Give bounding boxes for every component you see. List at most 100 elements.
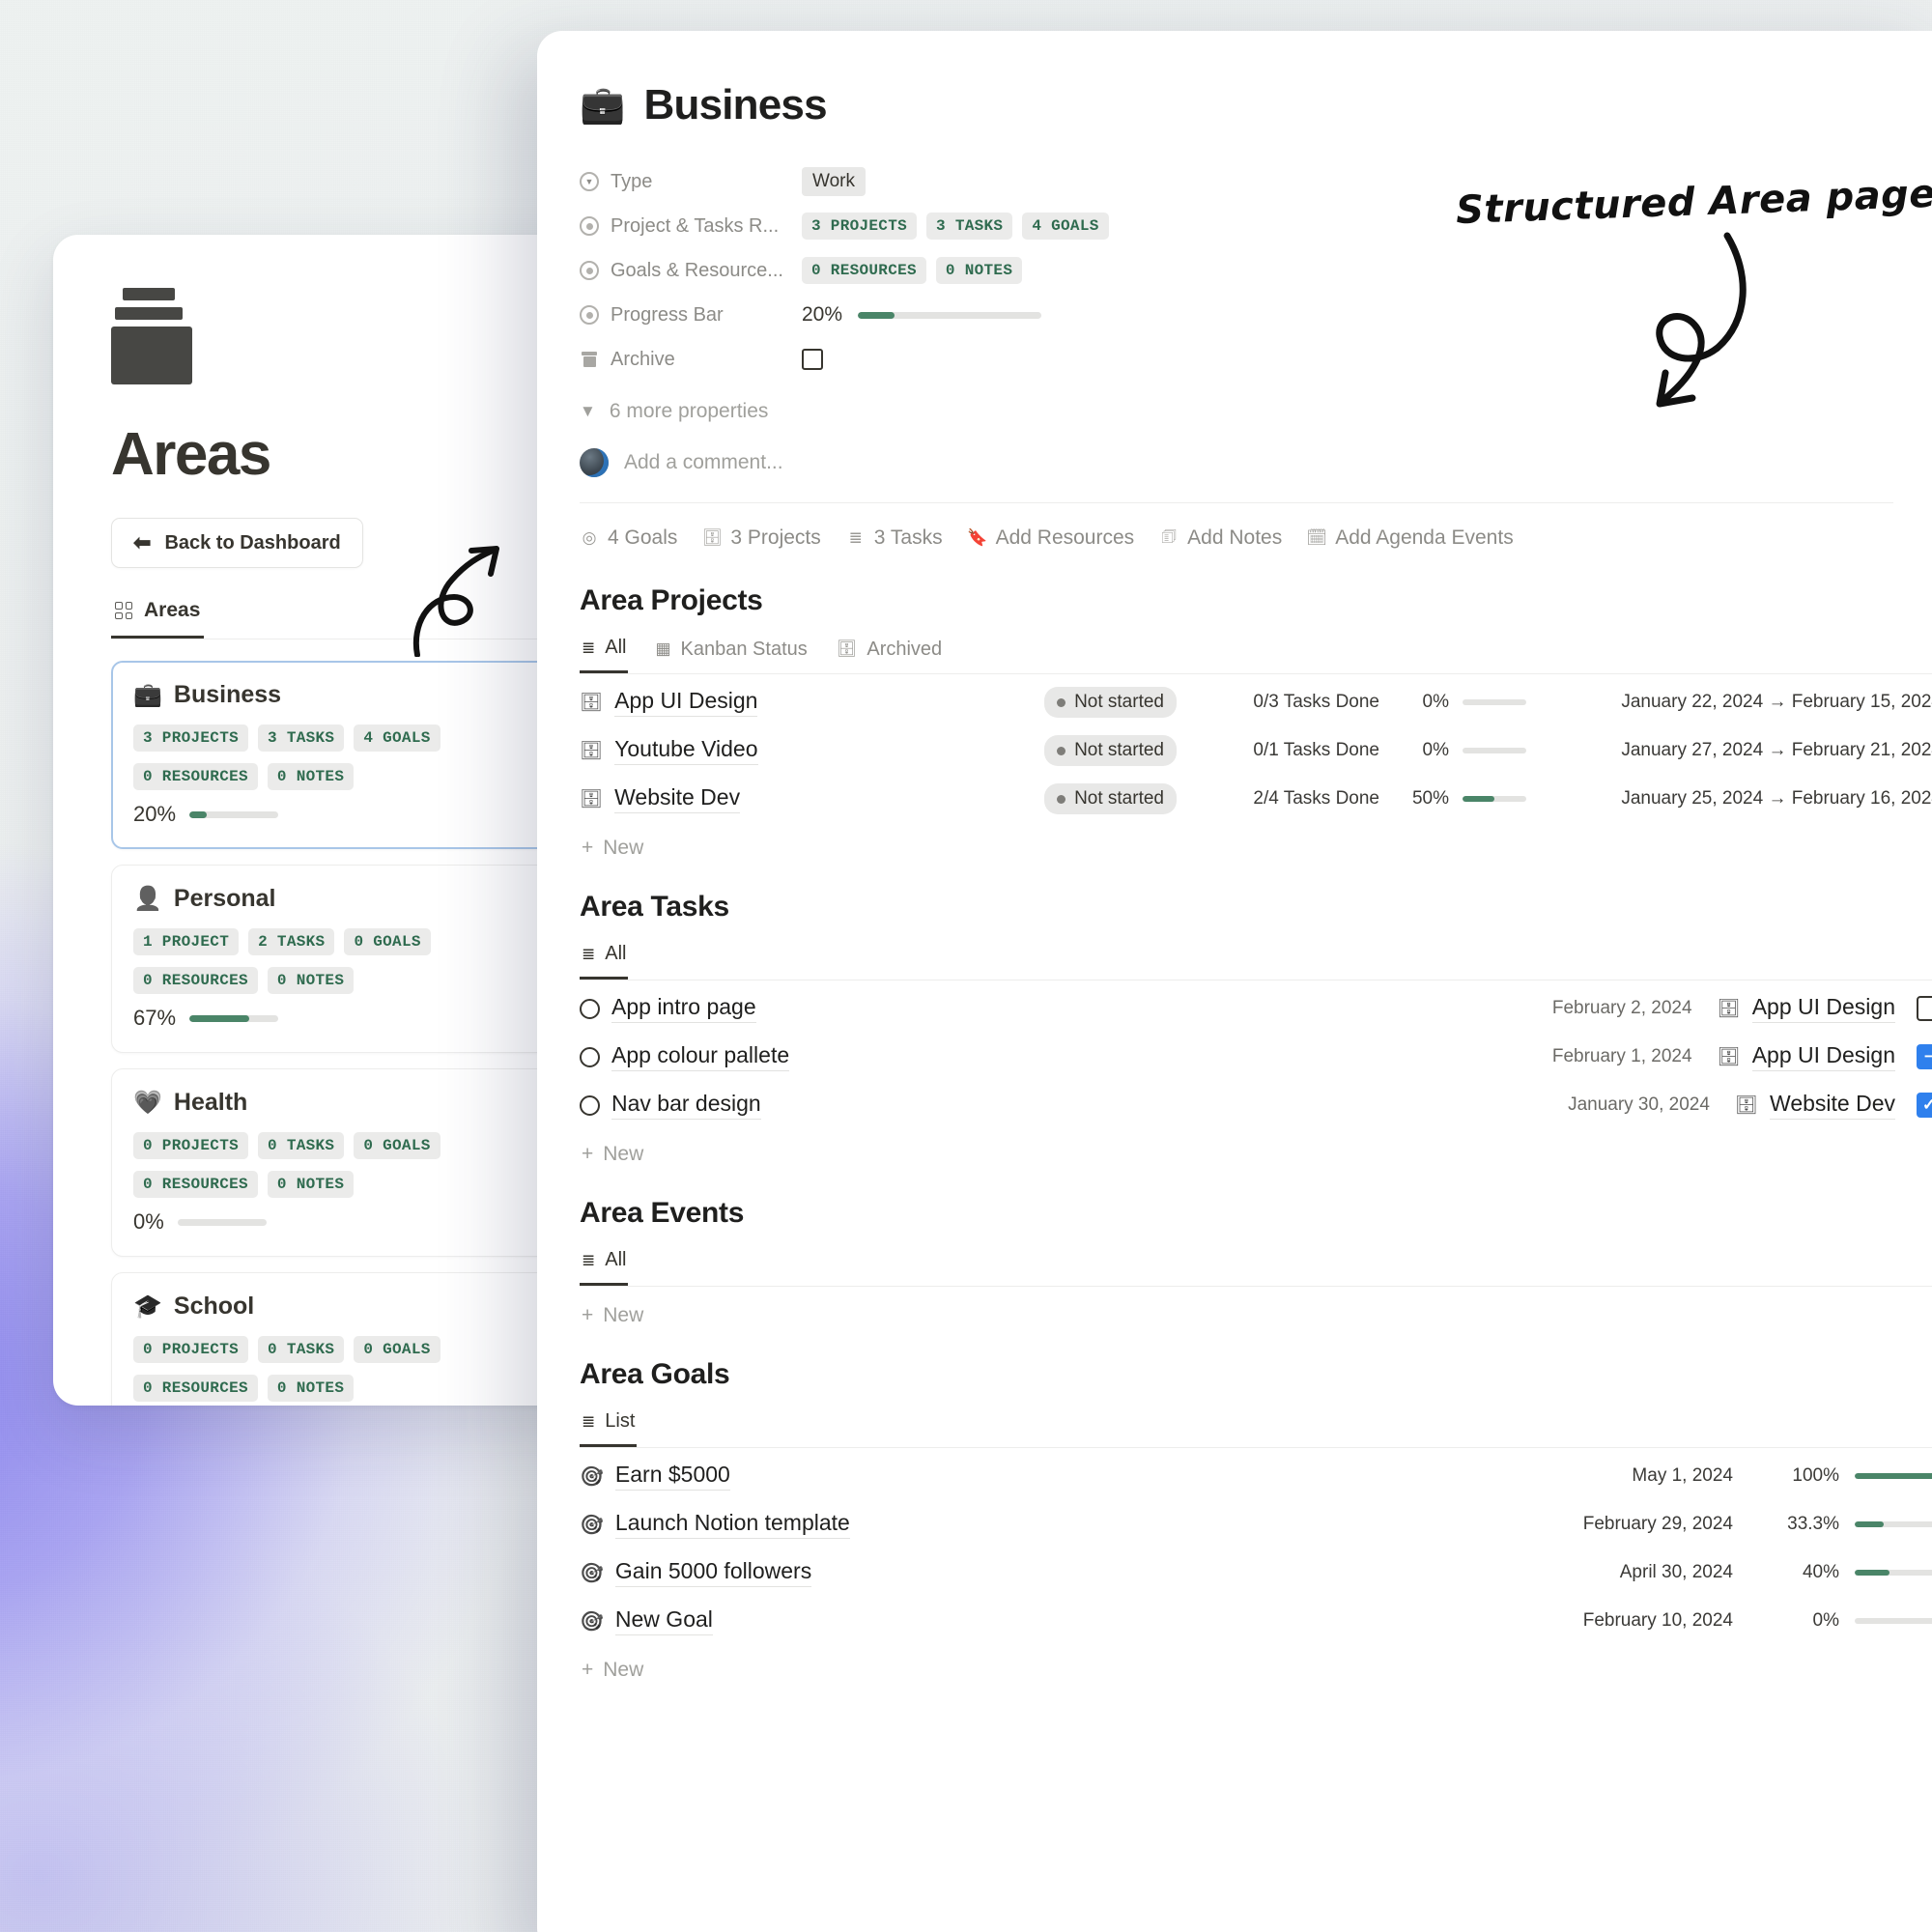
person-icon: 👤 — [133, 888, 162, 911]
table-row[interactable]: 🗄 Youtube Video Not started 0/1 Tasks Do… — [580, 726, 1932, 775]
task-done-checkbox[interactable] — [1917, 996, 1932, 1021]
view-tab-list[interactable]: ≣ List — [580, 1408, 637, 1447]
task-status-circle-icon[interactable] — [580, 999, 600, 1019]
table-row[interactable]: 🎯 Launch Notion template February 29, 20… — [580, 1500, 1932, 1548]
goal-percent: 100% — [1733, 1465, 1839, 1487]
task-date: February 2, 2024 — [1403, 998, 1692, 1019]
task-rows: App intro page February 2, 2024 🗄 App UI… — [580, 984, 1932, 1172]
row-title: 🎯 Gain 5000 followers — [580, 1558, 811, 1587]
plus-icon: + — [582, 837, 593, 860]
task-status-circle-icon[interactable] — [580, 1095, 600, 1116]
chevron-down-icon: ▼ — [580, 402, 596, 421]
view-tab-all[interactable]: ≣ All — [580, 1247, 628, 1286]
quick-link-add-resources[interactable]: 🔖 Add Resources — [968, 526, 1135, 550]
task-name[interactable]: Nav bar design — [611, 1091, 761, 1120]
quick-link-goals[interactable]: ◎ 4 Goals — [580, 526, 677, 550]
goal-name[interactable]: Launch Notion template — [615, 1510, 850, 1539]
quick-links-bar: ◎ 4 Goals 🗄 3 Projects ≣ 3 Tasks 🔖 Add R… — [580, 503, 1932, 559]
badge-notes: 0 NOTES — [268, 967, 354, 994]
table-row[interactable]: 🗄 App UI Design Not started 0/3 Tasks Do… — [580, 678, 1932, 726]
back-to-dashboard-button[interactable]: ⬅ Back to Dashboard — [111, 518, 363, 568]
view-tab-archived[interactable]: 🗄 Archived — [835, 637, 944, 672]
badge-notes: 0 NOTES — [936, 257, 1022, 284]
table-row[interactable]: App colour pallete February 1, 2024 🗄 Ap… — [580, 1033, 1932, 1081]
date-range: January 27, 2024 → February 21, 2024 — [1526, 740, 1932, 761]
goal-name[interactable]: Earn $5000 — [615, 1462, 730, 1491]
new-task-button[interactable]: + New — [580, 1129, 1932, 1172]
task-date: January 30, 2024 — [1420, 1094, 1710, 1116]
goal-name[interactable]: Gain 5000 followers — [615, 1558, 811, 1587]
row-title: 🗄 App UI Design — [580, 688, 757, 717]
new-project-button[interactable]: + New — [580, 823, 1932, 866]
view-tab-all[interactable]: ≣ All — [580, 941, 628, 980]
heart-pulse-icon: 💗 — [133, 1092, 162, 1115]
task-project-name[interactable]: App UI Design — [1752, 994, 1895, 1023]
quick-link-label: 3 Projects — [730, 526, 820, 550]
target-icon: 🎯 — [580, 1513, 604, 1537]
new-label: New — [603, 837, 643, 860]
quick-link-add-agenda-events[interactable]: 🗓 Add Agenda Events — [1307, 526, 1513, 550]
quick-link-projects[interactable]: 🗄 3 Projects — [702, 526, 820, 550]
view-tab-kanban-status[interactable]: ▦ Kanban Status — [653, 637, 809, 672]
task-project[interactable]: 🗄 Website Dev — [1735, 1091, 1895, 1120]
task-project[interactable]: 🗄 App UI Design — [1718, 994, 1895, 1023]
view-tab-label: List — [605, 1410, 635, 1433]
property-row-archive[interactable]: Archive — [580, 340, 1932, 379]
folder-icon: 🗄 — [1718, 997, 1741, 1020]
progress-percent: 50% — [1379, 788, 1449, 810]
table-row[interactable]: 🗄 Website Dev Not started 2/4 Tasks Done… — [580, 775, 1932, 823]
archive-checkbox[interactable] — [802, 349, 823, 370]
badge-projects: 1 PROJECT — [133, 928, 239, 955]
badge-projects: 0 PROJECTS — [133, 1336, 248, 1363]
progress-bar — [858, 312, 1041, 319]
status-dot-icon — [1057, 747, 1065, 755]
add-comment-row[interactable]: Add a comment... — [580, 423, 1893, 503]
property-row-progress-bar[interactable]: Progress Bar 20% — [580, 296, 1932, 334]
task-project-name[interactable]: App UI Design — [1752, 1042, 1895, 1071]
progress-bar — [1855, 1570, 1932, 1576]
task-status-circle-icon[interactable] — [580, 1047, 600, 1067]
quick-link-label: Add Notes — [1187, 526, 1282, 550]
new-goal-button[interactable]: + New — [580, 1645, 1932, 1688]
view-tab-label: All — [605, 1249, 626, 1271]
progress-label: 20% — [133, 802, 176, 827]
quick-link-tasks[interactable]: ≣ 3 Tasks — [846, 526, 943, 550]
task-done-checkbox[interactable]: − — [1917, 1044, 1932, 1069]
status-label: Not started — [1074, 740, 1164, 761]
badge-resources: 0 RESOURCES — [133, 763, 258, 790]
property-label: Type — [611, 171, 652, 193]
task-name[interactable]: App intro page — [611, 994, 756, 1023]
property-value: Work — [802, 167, 866, 196]
new-event-button[interactable]: + New — [580, 1291, 1932, 1333]
section-area-projects: Area Projects ≣ All ▦ Kanban Status 🗄 Ar… — [580, 584, 1932, 866]
progress-label: 0% — [133, 1209, 164, 1235]
status-dot-icon — [1057, 698, 1065, 707]
table-row[interactable]: 🎯 New Goal February 10, 2024 0% — [580, 1597, 1932, 1645]
property-row-goals-resources-rollup[interactable]: Goals & Resource... 0 RESOURCES 0 NOTES — [580, 251, 1932, 290]
table-row[interactable]: Nav bar design January 30, 2024 🗄 Websit… — [580, 1081, 1932, 1129]
view-tab-row: ≣ List — [580, 1408, 1932, 1448]
task-project-name[interactable]: Website Dev — [1770, 1091, 1895, 1120]
view-tab-row: ≣ All — [580, 941, 1932, 980]
table-row[interactable]: App intro page February 2, 2024 🗄 App UI… — [580, 984, 1932, 1033]
project-name[interactable]: Website Dev — [614, 784, 740, 813]
table-row[interactable]: 🎯 Earn $5000 May 1, 2024 100% — [580, 1452, 1932, 1500]
goal-name[interactable]: New Goal — [615, 1606, 713, 1635]
task-name[interactable]: App colour pallete — [611, 1042, 789, 1071]
business-page-title: 💼 Business — [580, 81, 1932, 129]
task-done-checkbox[interactable]: ✓ — [1917, 1093, 1932, 1118]
property-name: Goals & Resource... — [580, 260, 802, 282]
status-badge: Not started — [1044, 783, 1177, 814]
task-project[interactable]: 🗄 App UI Design — [1718, 1042, 1895, 1071]
archive-icon: 🗄 — [837, 639, 858, 659]
view-tab-all[interactable]: ≣ All — [580, 635, 628, 673]
project-name[interactable]: App UI Design — [614, 688, 757, 717]
more-properties-toggle[interactable]: ▼ 6 more properties — [580, 400, 1932, 423]
property-value — [802, 349, 823, 370]
project-name[interactable]: Youtube Video — [614, 736, 757, 765]
tab-areas[interactable]: Areas — [111, 593, 204, 639]
task-list-icon: ≣ — [846, 528, 866, 548]
quick-link-add-notes[interactable]: 🗊 Add Notes — [1159, 526, 1282, 550]
table-row[interactable]: 🎯 Gain 5000 followers April 30, 2024 40% — [580, 1548, 1932, 1597]
goal-date: February 29, 2024 — [1414, 1514, 1733, 1535]
